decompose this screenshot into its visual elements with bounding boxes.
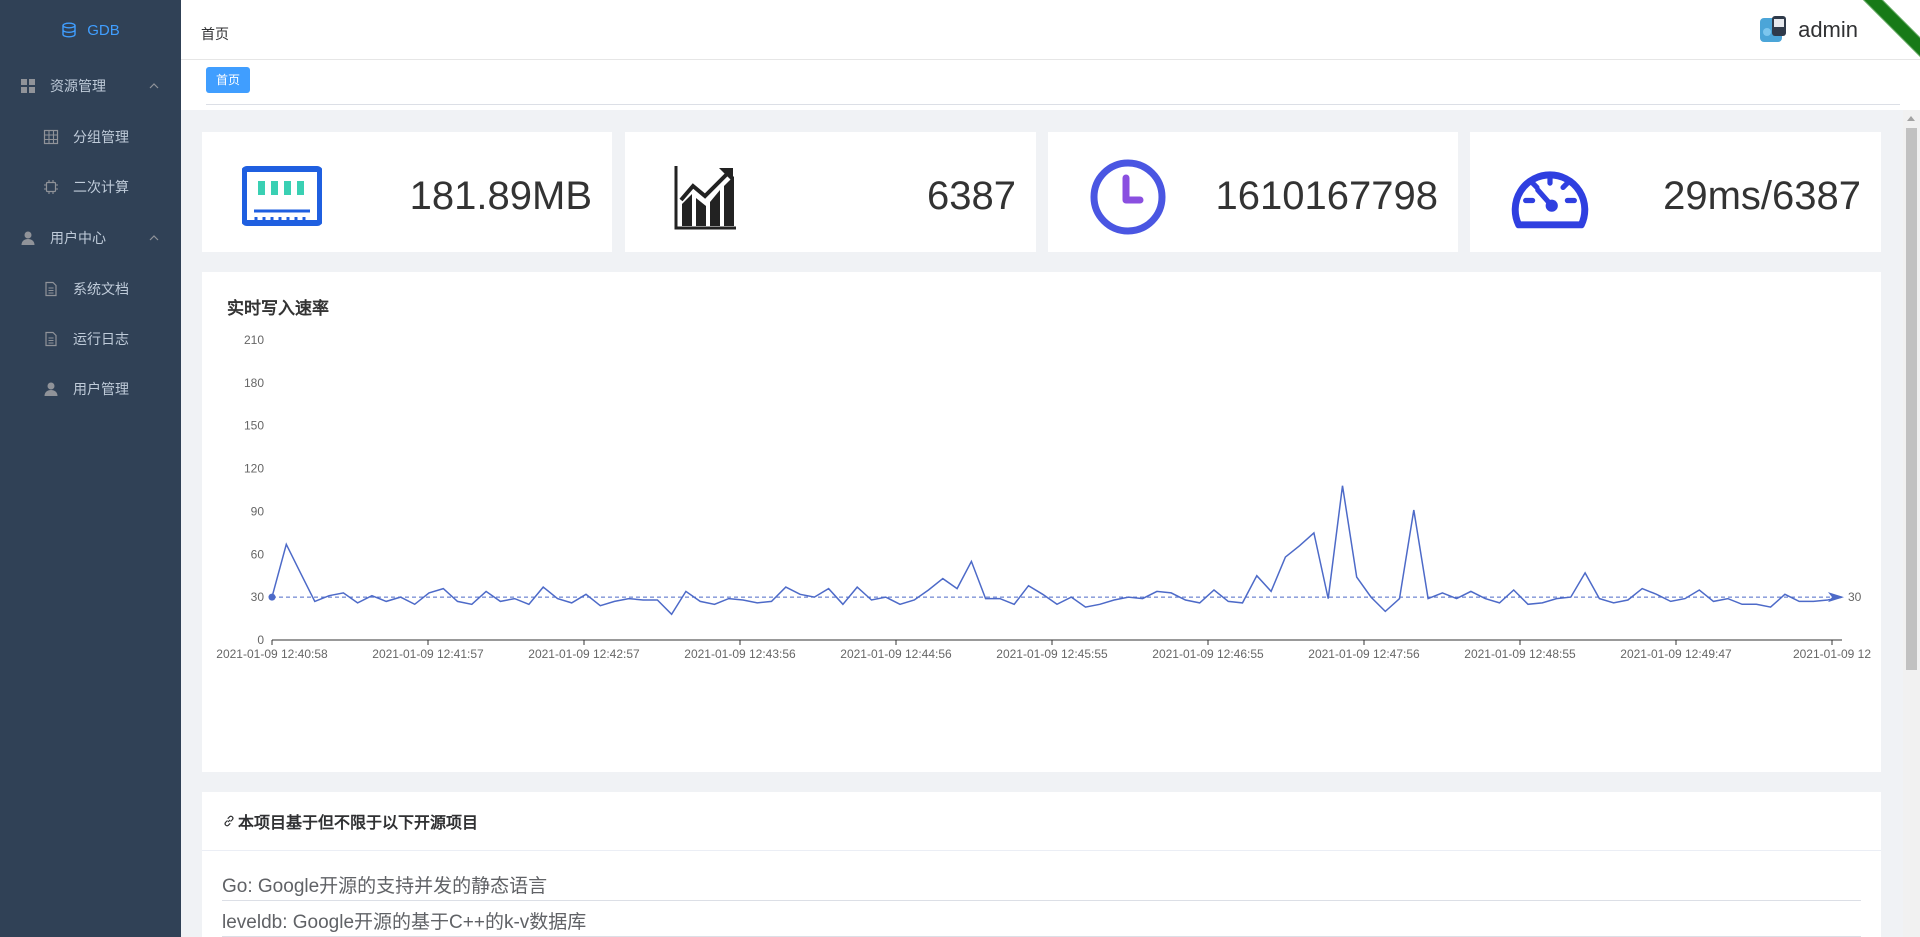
x-tick-label: 2021-01-09 12:41:57 xyxy=(372,647,484,661)
navbar: 首页 admin xyxy=(181,0,1920,60)
chip-icon xyxy=(43,179,59,195)
divider xyxy=(206,104,1900,105)
table-icon xyxy=(43,129,59,145)
menu-run-logs[interactable]: 运行日志 xyxy=(0,314,181,364)
x-tick-label: 2021-01-09 12:49:47 xyxy=(1620,647,1732,661)
tags-view: 首页 xyxy=(181,60,1920,110)
logo-text: GDB xyxy=(87,21,120,39)
user-menu[interactable]: admin xyxy=(1758,14,1858,46)
stat-card-timestamp: 1610167798 xyxy=(1048,132,1458,252)
menu-user-center[interactable]: 用户中心 xyxy=(0,212,181,264)
timestamp-value: 1610167798 xyxy=(1215,174,1438,218)
menu-label: 分组管理 xyxy=(73,129,129,145)
list-item: leveldb: Google开源的基于C++的k-v数据库 xyxy=(222,901,1861,937)
tag-home[interactable]: 首页 xyxy=(206,67,251,93)
open-source-projects-card: 本项目基于但不限于以下开源项目 Go: Google开源的支持并发的静态语言 l… xyxy=(202,792,1881,937)
scrollbar[interactable] xyxy=(1903,110,1920,937)
projects-header: 本项目基于但不限于以下开源项目 xyxy=(202,792,1881,851)
avatar xyxy=(1760,16,1787,42)
y-tick-label: 180 xyxy=(244,376,264,390)
database-icon xyxy=(62,22,76,38)
breadcrumb[interactable]: 首页 xyxy=(201,24,229,44)
trend-chart-icon xyxy=(665,162,745,232)
user-icon xyxy=(20,230,36,246)
line-chart[interactable]: 0 30 60 90 120 150 180 210 2021-01-09 12:40:58 20… xyxy=(202,272,1881,772)
y-tick-label: 60 xyxy=(251,547,265,561)
github-ribbon[interactable] xyxy=(1860,0,1920,60)
sidebar-logo[interactable]: GDB xyxy=(0,0,181,60)
menu-label: 资源管理 xyxy=(50,78,106,94)
ribbon-banner xyxy=(1860,0,1920,60)
projects-title: 本项目基于但不限于以下开源项目 xyxy=(238,815,479,832)
menu-group-management[interactable]: 分组管理 xyxy=(0,112,181,162)
y-tick-label: 30 xyxy=(251,590,265,604)
count-value: 6387 xyxy=(927,174,1016,218)
memory-icon xyxy=(242,162,322,232)
document-icon xyxy=(43,281,59,297)
x-tick-label: 2021-01-09 12:40:58 xyxy=(216,647,328,661)
menu-label: 运行日志 xyxy=(73,331,129,347)
menu-label: 系统文档 xyxy=(73,281,129,297)
stat-card-latency: 29ms/6387 xyxy=(1470,132,1881,252)
series-line xyxy=(271,485,1843,616)
x-tick-label: 2021-01-09 12:44:56 xyxy=(840,647,952,661)
clock-icon xyxy=(1088,159,1168,235)
link-icon xyxy=(224,815,234,827)
menu-resource-management[interactable]: 资源管理 xyxy=(0,60,181,112)
x-tick-label: 2021-01-09 12:42:57 xyxy=(528,647,640,661)
stat-card-memory: 181.89MB xyxy=(202,132,612,252)
y-tick-label: 150 xyxy=(244,419,264,433)
write-rate-chart-card: 实时写入速率 0 30 60 90 120 150 180 210 2021-01-09 12:… xyxy=(202,272,1881,772)
menu-label: 二次计算 xyxy=(73,179,129,195)
x-tick-label: 2021-01-09 12:45:55 xyxy=(996,647,1108,661)
x-tick-label: 2021-01-09 12 xyxy=(1793,647,1871,661)
speedometer-icon xyxy=(1510,162,1590,232)
menu-label: 用户管理 xyxy=(73,381,129,397)
menu-secondary-compute[interactable]: 二次计算 xyxy=(0,162,181,212)
average-label: 30 xyxy=(1848,590,1862,604)
y-tick-label: 210 xyxy=(244,333,264,347)
list-item: Go: Google开源的支持并发的静态语言 xyxy=(222,865,1861,901)
chevron-up-icon xyxy=(149,235,159,241)
chevron-up-icon xyxy=(149,83,159,89)
user-icon xyxy=(43,381,59,397)
y-tick-label: 120 xyxy=(244,462,264,476)
scroll-thumb[interactable] xyxy=(1906,128,1917,670)
document-icon xyxy=(43,331,59,347)
menu-system-docs[interactable]: 系统文档 xyxy=(0,264,181,314)
sidebar: GDB 资源管理 分组管理 二次计算 用户中心 系统文档 运行日志 用户管理 xyxy=(0,0,181,937)
latency-value: 29ms/6387 xyxy=(1663,174,1861,218)
menu-label: 用户中心 xyxy=(50,230,106,246)
projects-list: Go: Google开源的支持并发的静态语言 leveldb: Google开源… xyxy=(202,851,1881,937)
stat-card-count: 6387 xyxy=(625,132,1036,252)
x-tick-label: 2021-01-09 12:46:55 xyxy=(1152,647,1264,661)
menu-user-management[interactable]: 用户管理 xyxy=(0,364,181,414)
y-tick-label: 90 xyxy=(251,504,265,518)
y-tick-label: 0 xyxy=(257,633,264,647)
x-tick-label: 2021-01-09 12:48:55 xyxy=(1464,647,1576,661)
x-tick-label: 2021-01-09 12:47:56 xyxy=(1308,647,1420,661)
scroll-up-arrow-icon[interactable] xyxy=(1907,116,1915,121)
x-tick-label: 2021-01-09 12:43:56 xyxy=(684,647,796,661)
memory-value: 181.89MB xyxy=(409,174,592,218)
username: admin xyxy=(1798,17,1858,42)
grid-icon xyxy=(20,78,36,94)
